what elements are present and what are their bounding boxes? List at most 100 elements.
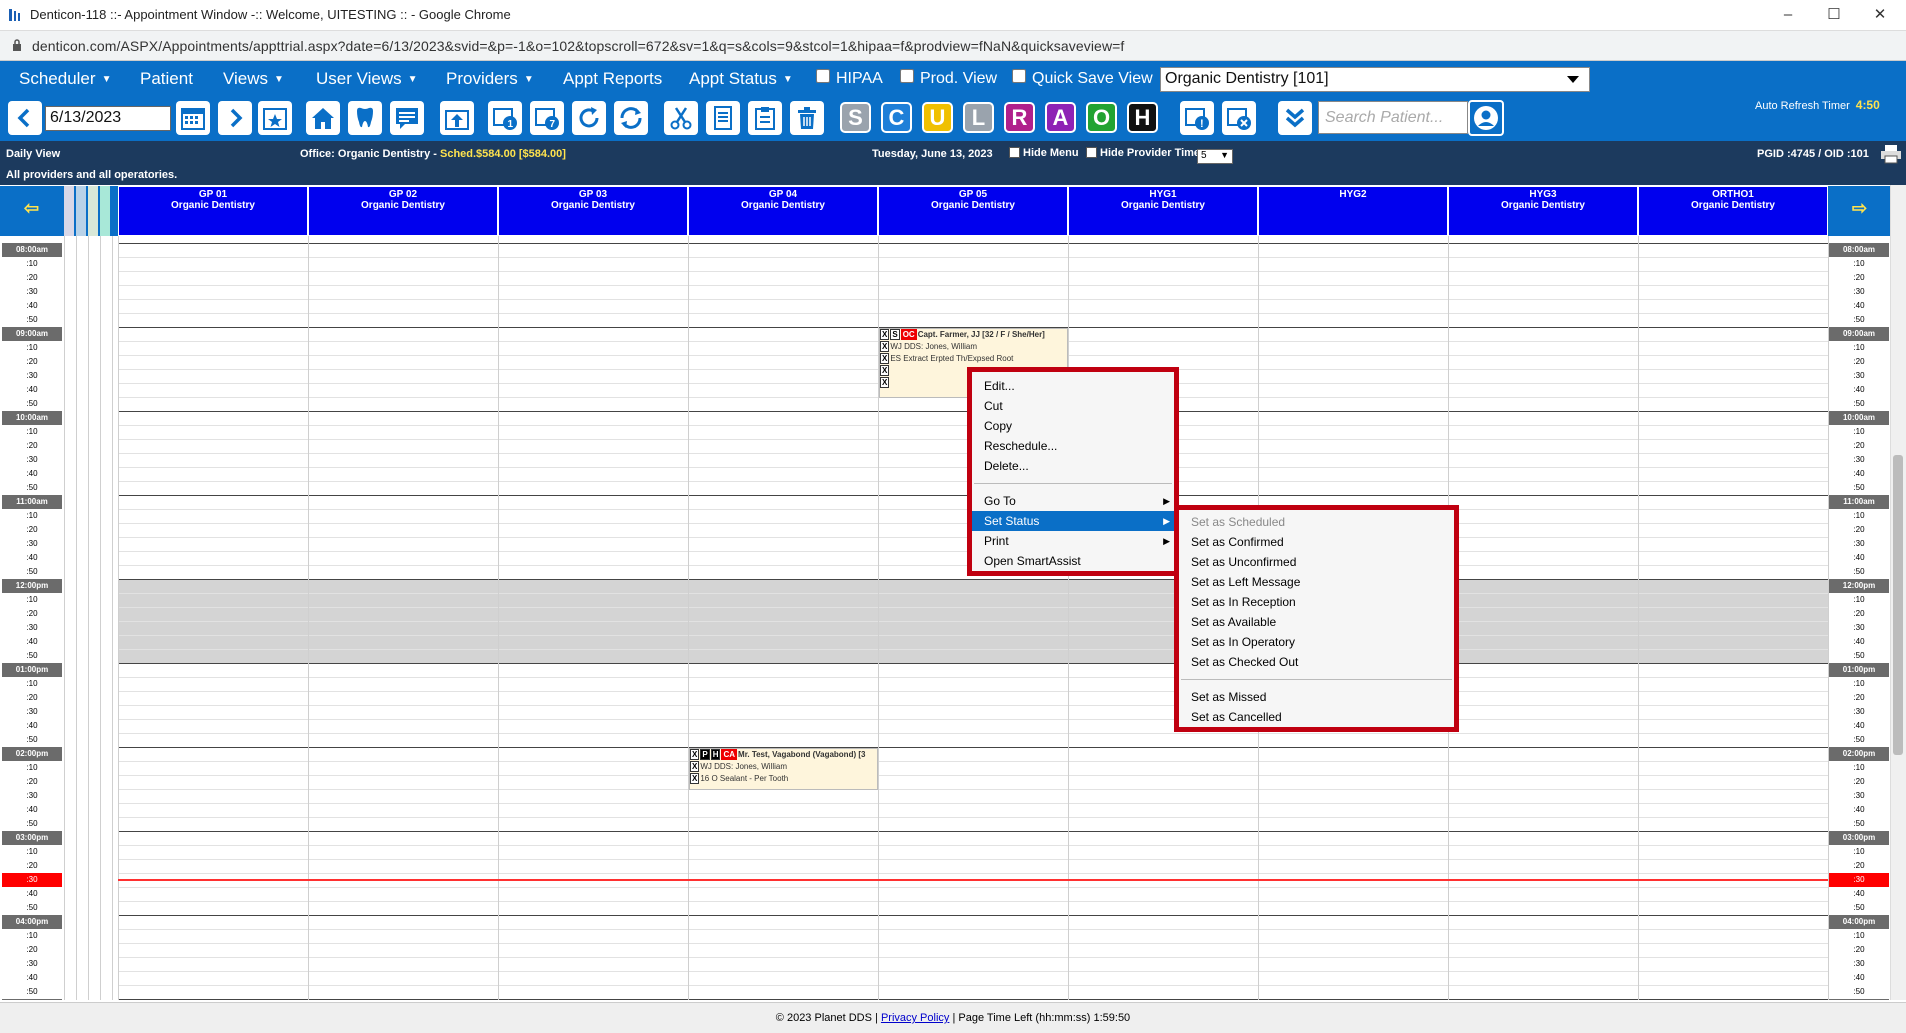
menu-item-open-smartassist[interactable]: Open SmartAssist — [972, 551, 1174, 571]
date-input[interactable]: 6/13/2023 — [45, 106, 171, 131]
status-filter-u-button[interactable]: U — [922, 102, 953, 133]
office-select[interactable]: Organic Dentistry [101] — [1160, 67, 1590, 92]
menu-item-cut[interactable]: Cut — [972, 396, 1174, 416]
checkbox-icon[interactable] — [1009, 147, 1020, 158]
status-filter-h-button[interactable]: H — [1127, 102, 1158, 133]
column-header-gp-02[interactable]: GP 02 Organic Dentistry — [308, 186, 498, 236]
home-button[interactable] — [306, 101, 340, 135]
hide-menu-checkbox[interactable]: Hide Menu — [1009, 147, 1079, 159]
column-header-hyg1[interactable]: HYG1 Organic Dentistry — [1068, 186, 1258, 236]
menu-item-set-as-available[interactable]: Set as Available — [1179, 612, 1454, 632]
hide-provider-time-checkbox[interactable]: Hide Provider Time — [1086, 147, 1200, 159]
prev-day-button[interactable] — [8, 101, 42, 135]
menu-patient[interactable]: Patient — [140, 69, 193, 89]
menu-item-set-as-missed[interactable]: Set as Missed — [1179, 687, 1454, 707]
menu-scheduler[interactable]: Scheduler ▼ — [19, 69, 111, 89]
patient-name[interactable]: Capt. Farmer, JJ [32 / F / She/Her] — [918, 330, 1045, 339]
menu-appt-status[interactable]: Appt Status ▼ — [689, 69, 793, 89]
checkbox-icon[interactable] — [900, 69, 914, 83]
refresh-button[interactable] — [572, 101, 606, 135]
menu-item-print[interactable]: Print ▶ — [972, 531, 1174, 551]
interval-select[interactable]: 5 ▼ — [1197, 149, 1233, 164]
appointment-block[interactable]: X P H CA Mr. Test, Vagabond (Vagabond) [3 X WJ… — [689, 748, 878, 790]
provider-stripe — [76, 186, 86, 236]
menu-item-set-as-in-reception[interactable]: Set as In Reception — [1179, 592, 1454, 612]
column-header-ortho1[interactable]: ORTHO1 Organic Dentistry — [1638, 186, 1828, 236]
column-divider — [498, 236, 499, 1000]
checkbox-icon[interactable] — [816, 69, 830, 83]
status-filter-r-button[interactable]: R — [1004, 102, 1035, 133]
menu-providers[interactable]: Providers ▼ — [446, 69, 534, 89]
column-header-hyg2[interactable]: HYG2 — [1258, 186, 1448, 236]
url-text[interactable]: denticon.com/ASPX/Appointments/appttrial… — [32, 38, 1124, 54]
next-columns-button[interactable]: ⇨ — [1828, 186, 1890, 236]
status-filter-a-button[interactable]: A — [1045, 102, 1076, 133]
cancel-calendar-button[interactable] — [1222, 101, 1256, 135]
checkbox-hipaa[interactable]: HIPAA — [816, 69, 883, 88]
menu-item-set-as-in-operatory[interactable]: Set as In Operatory — [1179, 632, 1454, 652]
favorite-calendar-button[interactable] — [258, 101, 292, 135]
alert-calendar-button[interactable]: ! — [1180, 101, 1214, 135]
time-label-left: :50 — [26, 819, 38, 828]
print-icon[interactable] — [1880, 144, 1902, 164]
menu-item-set-as-unconfirmed[interactable]: Set as Unconfirmed — [1179, 552, 1454, 572]
status-filter-s-button[interactable]: S — [840, 102, 871, 133]
delete-button[interactable] — [790, 101, 824, 135]
time-label-left: :30 — [26, 371, 38, 380]
menu-item-set-as-confirmed[interactable]: Set as Confirmed — [1179, 532, 1454, 552]
chevron-down-icon — [1567, 76, 1579, 83]
x-flag: X — [880, 353, 890, 364]
menu-views[interactable]: Views ▼ — [223, 69, 284, 89]
menu-item-copy[interactable]: Copy — [972, 416, 1174, 436]
menu-item-set-status[interactable]: Set Status ▶ — [972, 511, 1174, 531]
sync-button[interactable] — [614, 101, 648, 135]
day-1-view-button[interactable]: 1 — [488, 101, 522, 135]
status-filter-l-button[interactable]: L — [963, 102, 994, 133]
close-button[interactable]: ✕ — [1857, 3, 1903, 27]
address-bar[interactable]: denticon.com/ASPX/Appointments/appttrial… — [0, 31, 1906, 61]
patient-name[interactable]: Mr. Test, Vagabond (Vagabond) [3 — [738, 750, 865, 759]
notes-button[interactable] — [390, 101, 424, 135]
upload-button[interactable] — [440, 101, 474, 135]
checkbox-icon[interactable] — [1012, 69, 1026, 83]
status-filter-c-button[interactable]: C — [881, 102, 912, 133]
column-header-hyg3[interactable]: HYG3 Organic Dentistry — [1448, 186, 1638, 236]
checkbox-quick-save-view[interactable]: Quick Save View — [1012, 69, 1153, 88]
menu-item-delete[interactable]: Delete... — [972, 456, 1174, 476]
menu-item-edit[interactable]: Edit... — [972, 376, 1174, 396]
day-7-view-button[interactable]: 7 — [530, 101, 564, 135]
patient-search-input[interactable]: Search Patient... — [1318, 101, 1468, 134]
document-button[interactable] — [706, 101, 740, 135]
collapse-button[interactable] — [1278, 101, 1312, 135]
status-filter-o-button[interactable]: O — [1086, 102, 1117, 133]
patient-search-button[interactable] — [1468, 100, 1504, 136]
menu-item-set-as-checked-out[interactable]: Set as Checked Out — [1179, 652, 1454, 672]
calendar-button[interactable] — [176, 101, 210, 135]
menu-item-set-as-left-message[interactable]: Set as Left Message — [1179, 572, 1454, 592]
privacy-policy-link[interactable]: Privacy Policy — [881, 1012, 949, 1024]
menu-item-go-to[interactable]: Go To ▶ — [972, 491, 1174, 511]
menu-item-set-as-cancelled[interactable]: Set as Cancelled — [1179, 707, 1454, 727]
menu-appt-reports[interactable]: Appt Reports — [563, 69, 662, 89]
minimize-button[interactable]: – — [1765, 3, 1811, 27]
menu-item-reschedule[interactable]: Reschedule... — [972, 436, 1174, 456]
column-header-gp-05[interactable]: GP 05 Organic Dentistry — [878, 186, 1068, 236]
time-label-right: :30 — [1853, 959, 1865, 968]
checkbox-icon[interactable] — [1086, 147, 1097, 158]
scrollbar-thumb[interactable] — [1893, 455, 1903, 755]
next-day-button[interactable] — [218, 101, 252, 135]
column-header-gp-03[interactable]: GP 03 Organic Dentistry — [498, 186, 688, 236]
checkbox-prod-view[interactable]: Prod. View — [900, 69, 997, 88]
time-label-right: :20 — [1853, 525, 1865, 534]
column-header-gp-01[interactable]: GP 01 Organic Dentistry — [118, 186, 308, 236]
operatory-button[interactable] — [348, 101, 382, 135]
column-divider — [308, 236, 309, 1000]
menu-user-views[interactable]: User Views ▼ — [316, 69, 418, 89]
column-header-gp-04[interactable]: GP 04 Organic Dentistry — [688, 186, 878, 236]
time-gridline — [118, 705, 1828, 706]
cut-button[interactable] — [664, 101, 698, 135]
menu-label: Patient — [140, 69, 193, 88]
copy-button[interactable] — [748, 101, 782, 135]
maximize-button[interactable]: ☐ — [1811, 3, 1857, 27]
time-label-left: :10 — [26, 595, 38, 604]
